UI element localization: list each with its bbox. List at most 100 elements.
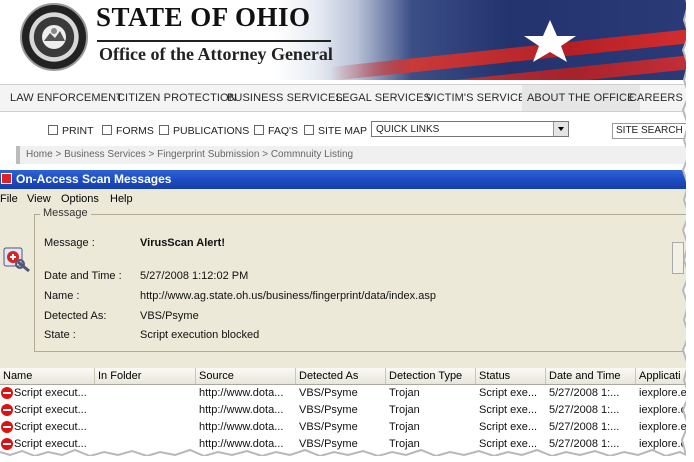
cell-in-folder xyxy=(98,419,194,436)
site-subtitle[interactable]: Office of the Attorney General xyxy=(97,40,333,66)
cell-detection-type: Trojan xyxy=(389,421,420,433)
cell-source: http://www.dota... xyxy=(199,404,284,416)
virusscan-icon xyxy=(1,173,12,184)
site-banner: STATE OF OHIO Office of the Attorney Gen… xyxy=(0,0,686,80)
cell-detected-as: VBS/Psyme xyxy=(299,387,358,399)
cell-date-time: 5/27/2008 1:... xyxy=(549,421,620,433)
menu-help[interactable]: Help xyxy=(110,190,133,208)
cell-name: Script execut... xyxy=(14,421,87,433)
utility-bar: PRINT FORMS PUBLICATIONS FAQ'S SITE MAP … xyxy=(0,118,686,144)
forms-link[interactable]: FORMS xyxy=(102,125,154,137)
window-titlebar[interactable]: On-Access Scan Messages xyxy=(0,170,686,189)
screenshot-root: STATE OF OHIO Office of the Attorney Gen… xyxy=(0,0,686,456)
detections-table: Name In Folder Source Detected As Detect… xyxy=(0,368,686,456)
message-group-label: Message xyxy=(40,207,91,219)
nav-victims-services[interactable]: VICTIM'S SERVICES xyxy=(426,92,533,104)
col-status[interactable]: Status xyxy=(476,368,546,384)
cell-status: Script exe... xyxy=(479,421,538,433)
cell-detection-type: Trojan xyxy=(389,438,420,450)
site-search-input[interactable]: SITE SEARCH xyxy=(612,123,686,139)
faqs-label: FAQ'S xyxy=(268,125,299,137)
nav-citizen-protection[interactable]: CITIZEN PROTECTION xyxy=(117,92,237,104)
cell-source: http://www.dota... xyxy=(199,421,284,433)
table-row[interactable]: Script execut... http://www.dota... VBS/Ps… xyxy=(0,419,686,436)
scrollbar[interactable] xyxy=(672,242,684,274)
cell-detection-type: Trojan xyxy=(389,387,420,399)
printer-icon xyxy=(48,125,58,135)
message-group xyxy=(34,214,686,352)
seal-icon xyxy=(42,25,66,49)
table-row[interactable]: Script execut... http://www.dota... VBS/Ps… xyxy=(0,402,686,419)
cell-application: iexplore.e... xyxy=(639,387,686,399)
cell-in-folder xyxy=(98,385,194,402)
cell-detected-as: VBS/Psyme xyxy=(299,404,358,416)
sitemap-icon xyxy=(304,125,314,135)
col-date-time[interactable]: Date and Time xyxy=(546,368,636,384)
breadcrumb[interactable]: Home > Business Services > Fingerprint S… xyxy=(16,146,686,164)
cell-application: iexplore.e... xyxy=(639,404,686,416)
quick-links-value: QUICK LINKS xyxy=(376,124,440,135)
col-detection-type[interactable]: Detection Type xyxy=(386,368,476,384)
cell-detected-as: VBS/Psyme xyxy=(299,438,358,450)
document-icon xyxy=(102,125,112,135)
blocked-icon xyxy=(1,421,13,433)
nav-about-the-office[interactable]: ABOUT THE OFFICE xyxy=(522,85,640,111)
faqs-link[interactable]: FAQ'S xyxy=(254,125,298,137)
menu-file[interactable]: File xyxy=(0,190,18,208)
virus-alert-icon xyxy=(3,247,30,273)
quick-links-select[interactable]: QUICK LINKS xyxy=(371,121,569,137)
publications-link[interactable]: PUBLICATIONS xyxy=(159,125,249,137)
col-source[interactable]: Source xyxy=(196,368,296,384)
site-title[interactable]: STATE OF OHIO xyxy=(96,2,311,33)
cell-in-folder xyxy=(98,402,194,419)
cell-date-time: 5/27/2008 1:... xyxy=(549,438,620,450)
blocked-icon xyxy=(1,387,13,399)
message-label: Message : xyxy=(44,237,95,249)
table-row[interactable]: Script execut... http://www.dota... VBS/Ps… xyxy=(0,436,686,453)
cell-date-time: 5/27/2008 1:... xyxy=(549,387,620,399)
nav-legal-services[interactable]: LEGAL SERVICES xyxy=(336,92,431,104)
menu-bar: File View Options Help xyxy=(0,190,686,208)
cell-source: http://www.dota... xyxy=(199,387,284,399)
state-label: State : xyxy=(44,329,76,341)
cell-status: Script exe... xyxy=(479,387,538,399)
nav-careers[interactable]: CAREERS xyxy=(629,92,683,104)
site-map-label: SITE MAP xyxy=(318,125,368,137)
cell-status: Script exe... xyxy=(479,438,538,450)
col-in-folder[interactable]: In Folder xyxy=(95,368,196,384)
publications-label: PUBLICATIONS xyxy=(173,125,250,137)
col-detected-as[interactable]: Detected As xyxy=(296,368,386,384)
main-nav: LAW ENFORCEMENT CITIZEN PROTECTION BUSIN… xyxy=(0,84,686,112)
menu-view[interactable]: View xyxy=(27,190,51,208)
star-icon xyxy=(524,20,576,62)
message-value: VirusScan Alert! xyxy=(140,237,225,249)
name-value: http://www.ag.state.oh.us/business/finge… xyxy=(140,290,436,302)
attorney-general-seal[interactable] xyxy=(20,3,88,71)
cell-in-folder xyxy=(98,436,194,453)
scan-messages-window: On-Access Scan Messages File View Option… xyxy=(0,170,686,456)
menu-options[interactable]: Options xyxy=(61,190,99,208)
cell-application: iexplore.e... xyxy=(639,438,686,450)
table-row[interactable]: Script execut... http://www.dota... VBS/Ps… xyxy=(0,385,686,402)
cell-detection-type: Trojan xyxy=(389,404,420,416)
col-application[interactable]: Applicati xyxy=(636,368,686,384)
name-label: Name : xyxy=(44,290,80,302)
date-time-value: 5/27/2008 1:12:02 PM xyxy=(140,270,249,282)
col-name[interactable]: Name xyxy=(0,368,95,384)
nav-law-enforcement[interactable]: LAW ENFORCEMENT xyxy=(10,92,123,104)
cell-status: Script exe... xyxy=(479,404,538,416)
print-link[interactable]: PRINT xyxy=(48,125,94,137)
table-header: Name In Folder Source Detected As Detect… xyxy=(0,368,686,385)
site-map-link[interactable]: SITE MAP xyxy=(304,125,367,137)
detected-as-value: VBS/Psyme xyxy=(140,310,199,322)
blocked-icon xyxy=(1,404,13,416)
question-icon xyxy=(254,125,264,135)
chevron-down-icon[interactable] xyxy=(553,122,568,136)
state-value: Script execution blocked xyxy=(140,329,260,341)
nav-business-services[interactable]: BUSINESS SERVICES xyxy=(227,92,343,104)
print-label: PRINT xyxy=(62,125,94,137)
detected-as-label: Detected As: xyxy=(44,310,107,322)
cell-date-time: 5/27/2008 1:... xyxy=(549,404,620,416)
cell-name: Script execut... xyxy=(14,438,87,450)
window-title: On-Access Scan Messages xyxy=(16,172,172,186)
